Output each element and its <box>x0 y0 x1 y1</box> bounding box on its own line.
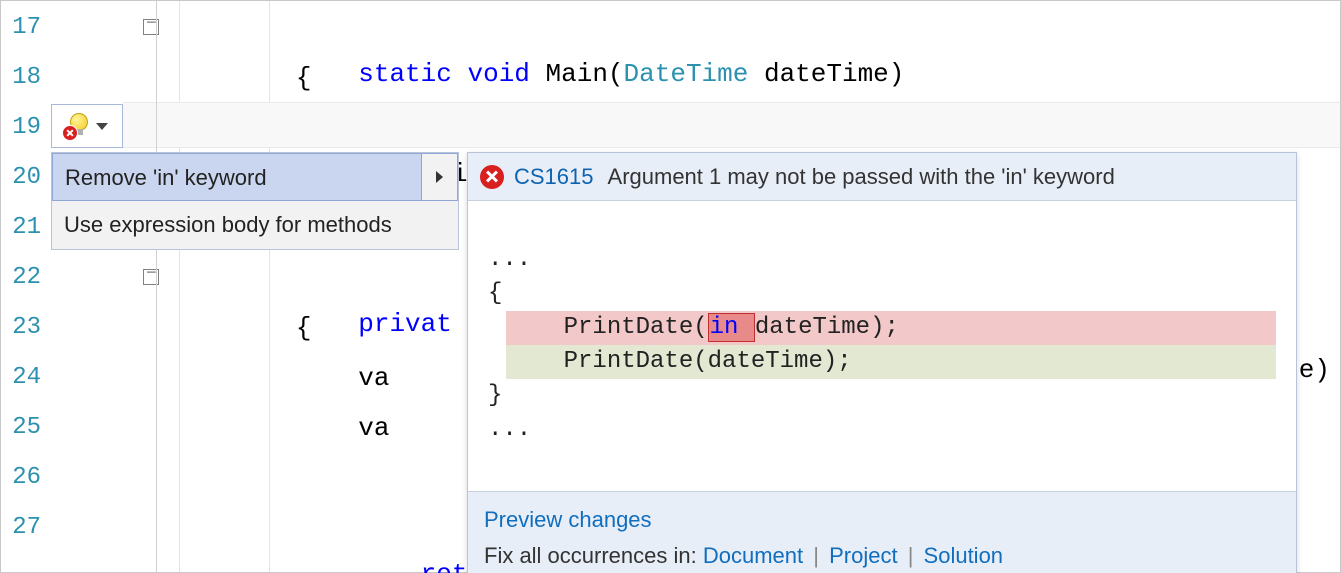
diff-removed-token: in <box>708 313 755 342</box>
fix-all-label: Fix all occurrences in: <box>484 543 703 568</box>
chevron-down-icon <box>96 123 108 130</box>
line-number: 27 <box>1 505 47 551</box>
quick-actions-menu: Remove 'in' keyword Use expression body … <box>51 152 459 250</box>
code-line[interactable]: PrintDate(in dateTime); <box>171 105 1340 151</box>
error-icon <box>480 165 504 189</box>
preview-diff: ... { PrintDate(in dateTime); PrintDate(… <box>468 201 1296 491</box>
error-code[interactable]: CS1615 <box>514 164 594 190</box>
lightbulb-error-icon <box>66 113 92 139</box>
submenu-arrow-icon[interactable] <box>421 154 457 200</box>
preview-header: CS1615 Argument 1 may not be passed with… <box>468 153 1296 201</box>
line-number: 19 <box>1 105 47 151</box>
fold-line <box>156 1 157 573</box>
lightbulb-button[interactable] <box>51 104 123 148</box>
quick-action-label: Use expression body for methods <box>64 212 392 237</box>
line-number: 22 <box>1 255 47 301</box>
quick-action-remove-in-keyword[interactable]: Remove 'in' keyword <box>52 153 458 201</box>
outlining-margin[interactable] <box>136 1 166 572</box>
code-line[interactable]: { <box>171 55 1340 101</box>
quick-action-use-expression-body[interactable]: Use expression body for methods <box>52 201 458 249</box>
fix-all-document-link[interactable]: Document <box>703 543 803 568</box>
code-line[interactable]: static void Main(DateTime dateTime) <box>171 5 1340 51</box>
fix-all-project-link[interactable]: Project <box>829 543 897 568</box>
diff-removed-line: PrintDate(in dateTime); <box>506 311 1276 345</box>
separator: | <box>813 543 825 568</box>
line-number: 25 <box>1 405 47 451</box>
gutter: 17 18 19 20 21 22 23 24 25 26 27 <box>1 1 47 572</box>
separator: | <box>908 543 920 568</box>
fix-all-solution-link[interactable]: Solution <box>924 543 1004 568</box>
line-number: 21 <box>1 205 47 251</box>
quick-action-label: Remove 'in' keyword <box>65 165 267 190</box>
line-number: 17 <box>1 5 47 51</box>
error-message: Argument 1 may not be passed with the 'i… <box>608 164 1115 190</box>
preview-changes-link[interactable]: Preview changes <box>484 507 652 532</box>
line-number: 23 <box>1 305 47 351</box>
line-number: 26 <box>1 455 47 501</box>
line-number: 20 <box>1 155 47 201</box>
diff-added-line: PrintDate(dateTime); <box>506 345 1276 379</box>
preview-footer: Preview changes Fix all occurrences in: … <box>468 491 1296 573</box>
line-number: 18 <box>1 55 47 101</box>
fix-preview-pane: CS1615 Argument 1 may not be passed with… <box>467 152 1297 573</box>
code-editor[interactable]: 17 18 19 20 21 22 23 24 25 26 27 static … <box>0 0 1341 573</box>
line-number: 24 <box>1 355 47 401</box>
